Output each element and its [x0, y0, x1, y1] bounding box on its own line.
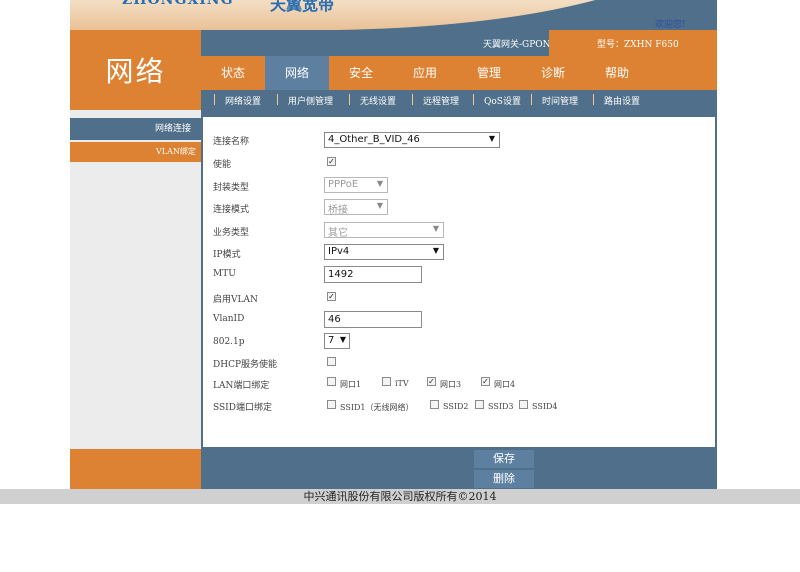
- welcome-link[interactable]: 欢迎您!: [655, 17, 686, 30]
- bottom-left-bar: [70, 449, 201, 489]
- label-ip-mode: IP模式: [213, 250, 241, 260]
- lan4-checkbox[interactable]: ✓: [481, 377, 490, 386]
- subnav-divider: [214, 94, 215, 105]
- label-enable-vlan: 启用VLAN: [213, 295, 258, 305]
- section-title: 网络: [105, 55, 166, 88]
- tab-management[interactable]: 管理: [457, 56, 521, 90]
- label-connection-name: 连接名称: [213, 137, 250, 147]
- ssid2-checkbox[interactable]: [430, 400, 439, 409]
- tab-application[interactable]: 应用: [393, 56, 457, 90]
- tab-diagnostics[interactable]: 诊断: [521, 56, 585, 90]
- vlan-id-input[interactable]: 46: [324, 311, 422, 328]
- subnav-divider: [593, 94, 594, 105]
- save-button[interactable]: 保存: [474, 450, 534, 468]
- logo-text: ZHONGXING: [122, 0, 234, 8]
- copyright-footer: 中兴通讯股份有限公司版权所有©2014: [0, 489, 800, 504]
- delete-button[interactable]: 删除: [474, 470, 534, 488]
- mtu-input[interactable]: 1492: [324, 266, 422, 283]
- ip-mode-select[interactable]: IPv4 ▼: [324, 244, 444, 260]
- label-mtu: MTU: [213, 269, 236, 279]
- dhcp-enable-checkbox[interactable]: [327, 357, 336, 366]
- itv-checkbox[interactable]: [382, 377, 391, 386]
- itv-label: iTV: [395, 379, 409, 388]
- subnav-network-settings[interactable]: 网络设置: [225, 94, 261, 107]
- ssid4-label: SSID4: [532, 402, 558, 411]
- enable-checkbox[interactable]: ✓: [327, 157, 336, 166]
- device-info-bar: 天翼网关-GPON 型号：ZXHN F650: [201, 30, 717, 56]
- connection-name-value: 4_Other_B_VID_46: [328, 134, 420, 145]
- connection-name-select[interactable]: 4_Other_B_VID_46 ▼: [324, 132, 500, 148]
- label-ssid-binding: SSID端口绑定: [213, 403, 272, 413]
- label-service-type: 业务类型: [213, 228, 250, 238]
- encap-type-select: PPPoE ▼: [324, 177, 388, 193]
- ssid2-label: SSID2: [443, 402, 469, 411]
- menu-item-vlan-binding[interactable]: VLAN绑定: [70, 142, 201, 162]
- gateway-name: 天翼网关-GPON: [483, 40, 551, 50]
- lan1-checkbox[interactable]: [327, 377, 336, 386]
- subnav-divider: [349, 94, 350, 105]
- connection-mode-select: 桥接 ▼: [324, 199, 388, 216]
- model-box: 型号：ZXHN F650: [549, 30, 717, 56]
- dot1p-value: 7: [328, 335, 335, 346]
- label-dot1p: 802.1p: [213, 337, 245, 347]
- label-connection-mode: 连接模式: [213, 205, 250, 215]
- device-model: 型号：ZXHN F650: [597, 40, 679, 50]
- bottom-action-bar: [201, 449, 717, 489]
- subnav-divider: [473, 94, 474, 105]
- label-encap-type: 封装类型: [213, 183, 250, 193]
- encap-type-value: PPPoE: [328, 179, 359, 190]
- label-dhcp-enable: DHCP服务使能: [213, 360, 278, 370]
- subnav-routing[interactable]: 路由设置: [604, 94, 640, 107]
- subnav-time[interactable]: 时间管理: [542, 94, 578, 107]
- chevron-down-icon: ▼: [376, 179, 383, 188]
- tab-help[interactable]: 帮助: [585, 56, 649, 90]
- subnav-divider: [412, 94, 413, 105]
- logo-brand: 天翼宽带: [270, 0, 335, 14]
- tab-status[interactable]: 状态: [201, 56, 265, 90]
- subnav-divider: [277, 94, 278, 105]
- lan4-label: 网口4: [494, 380, 516, 389]
- chevron-down-icon: ▼: [432, 224, 439, 233]
- connection-mode-value: 桥接: [328, 205, 348, 216]
- service-type-value: 其它: [328, 228, 348, 239]
- subnav-wireless[interactable]: 无线设置: [360, 94, 396, 107]
- chevron-down-icon: ▼: [376, 201, 383, 210]
- lan3-label: 网口3: [440, 380, 462, 389]
- subnav-remote[interactable]: 远程管理: [423, 94, 459, 107]
- main-nav: 状态 网络 安全 应用 管理 诊断 帮助: [201, 56, 717, 90]
- label-enable: 使能: [213, 160, 232, 170]
- label-lan-binding: LAN端口绑定: [213, 381, 270, 391]
- service-type-select: 其它 ▼: [324, 222, 444, 239]
- ssid1-label: SSID1（无线网络）: [340, 403, 414, 412]
- subnav-divider: [531, 94, 532, 105]
- chevron-down-icon: ▼: [432, 246, 439, 255]
- dot1p-select[interactable]: 7 ▼: [324, 333, 350, 349]
- ssid1-checkbox[interactable]: [327, 400, 336, 409]
- label-vlan-id: VlanID: [213, 314, 245, 324]
- chevron-down-icon: ▼: [339, 335, 346, 344]
- content-panel: [203, 117, 715, 447]
- ssid3-label: SSID3: [488, 402, 514, 411]
- lan1-label: 网口1: [340, 380, 362, 389]
- ip-mode-value: IPv4: [328, 246, 350, 257]
- sub-nav: 网络设置 用户侧管理 无线设置 远程管理 QoS设置 时间管理 路由设置: [201, 90, 717, 110]
- enable-vlan-checkbox[interactable]: ✓: [327, 292, 336, 301]
- tab-network[interactable]: 网络: [265, 56, 329, 90]
- header-banner: ZHONGXING 天翼宽带 欢迎您! 退出: [70, 0, 717, 30]
- chevron-down-icon: ▼: [488, 134, 495, 143]
- section-title-box: 网络: [70, 30, 201, 110]
- ssid3-checkbox[interactable]: [475, 400, 484, 409]
- ssid4-checkbox[interactable]: [519, 400, 528, 409]
- lan3-checkbox[interactable]: ✓: [427, 377, 436, 386]
- subnav-user-side[interactable]: 用户侧管理: [288, 94, 333, 107]
- tab-security[interactable]: 安全: [329, 56, 393, 90]
- menu-item-network-connection[interactable]: 网络连接: [70, 118, 201, 140]
- subnav-qos[interactable]: QoS设置: [484, 94, 521, 107]
